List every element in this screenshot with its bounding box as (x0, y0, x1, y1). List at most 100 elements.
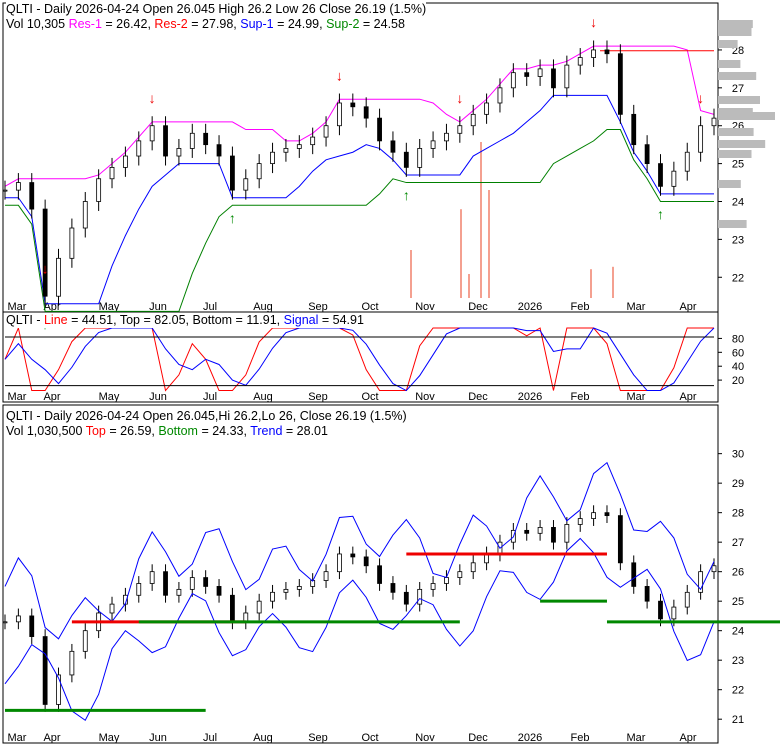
candle-body (551, 68, 556, 89)
x-tick-label: Apr (679, 391, 696, 403)
res2-value: = 27.98, (187, 17, 241, 31)
y-tick-label: 24 (732, 196, 744, 208)
volume-profile-bar (718, 28, 752, 36)
y-tick-label: 28 (732, 508, 744, 520)
candle-body (524, 529, 530, 534)
x-tick-label: Apr (679, 732, 696, 744)
sell-arrow-icon: ↓ (42, 260, 49, 276)
sell-arrow-icon: ↓ (590, 14, 597, 30)
y-tick-label: 80 (732, 333, 744, 345)
panel-3-frame (2, 404, 719, 744)
candle-body (363, 106, 369, 119)
top-value: = 26.59, (105, 424, 159, 438)
x-tick-label: Oct (361, 391, 378, 403)
volume-text: Vol 1,030,500 (6, 424, 86, 438)
sup1-label: Sup-1 (240, 17, 274, 31)
trend-label: Trend (250, 424, 283, 438)
x-tick-label: Oct (361, 732, 378, 744)
volume-profile-bar (718, 20, 753, 28)
x-tick-label: Apr (43, 391, 60, 403)
candle-body (658, 163, 663, 187)
chart-root: 22 23 24 25 26 27 28 Mar Apr May Jun Jul Aug Sep Oct No… (0, 0, 780, 745)
sup2-label: Sup-2 (326, 17, 360, 31)
candle-body (2, 189, 8, 192)
candle-body (296, 144, 302, 149)
x-tick-label: Sep (308, 301, 328, 313)
sell-arrow-icon: ↓ (697, 90, 704, 106)
x-tick-label: May (99, 391, 120, 403)
x-tick-label: Jul (203, 732, 217, 744)
x-tick-label: Aug (253, 391, 273, 403)
sell-arrow-icon: ↓ (456, 90, 463, 106)
buy-arrow-icon: ↑ (229, 210, 236, 226)
candle-body (163, 571, 168, 596)
panel2-header: QLTI - Line = 44.51, Top = 82.05, Bottom… (6, 313, 364, 328)
candle-body (671, 170, 677, 187)
chart-svg: 22 23 24 25 26 27 28 Mar Apr May Jun Jul Aug Sep Oct No… (2, 2, 780, 744)
candle-body (617, 53, 623, 115)
volume-profile-bar (718, 96, 760, 104)
y-tick-label: 29 (732, 478, 744, 490)
candle-body (109, 166, 115, 180)
candle-body (497, 87, 503, 104)
candle-body (189, 132, 195, 149)
sup1-value: = 24.99, (273, 17, 327, 31)
candle-body (109, 603, 115, 614)
x-tick-label: Nov (415, 301, 435, 313)
x-tick-label: Sep (308, 391, 328, 403)
y-tick-label: 23 (732, 234, 744, 246)
candle-body (323, 125, 329, 138)
x-tick-label: Feb (571, 391, 590, 403)
candle-body (2, 621, 8, 624)
candle-body (216, 586, 222, 596)
candle-body (711, 565, 717, 573)
panel1-levels: Vol 10,305 Res-1 = 26.42, Res-2 = 27.98,… (6, 17, 426, 32)
candle-body (203, 577, 209, 587)
candle-body (457, 125, 463, 134)
candle-body (551, 527, 556, 543)
x-tick-label: Apr (43, 732, 60, 744)
candle-body (256, 600, 262, 614)
candle-body (337, 553, 342, 573)
panel3-header: QLTI - Daily 2026-04-24 Open 26.045,Hi 2… (6, 409, 407, 439)
candle-body (604, 49, 610, 55)
candle-body (430, 140, 436, 149)
candle-body (684, 591, 690, 608)
candle-body (149, 125, 155, 142)
candle-body (671, 606, 677, 620)
volume-profile-bar (718, 112, 775, 120)
candle-body (203, 132, 209, 146)
candle-body (270, 151, 275, 165)
candle-body (363, 556, 369, 567)
candle-body (176, 148, 182, 157)
volume-bar (590, 269, 592, 298)
x-tick-label: Mar (8, 391, 27, 403)
candle-body (644, 586, 650, 602)
candle-body (684, 151, 690, 172)
panel1-header: QLTI - Daily 2026-04-24 Open 26.045 High… (6, 2, 427, 32)
candle-body (457, 571, 463, 578)
volume-bar (488, 190, 490, 298)
line-label: Line (43, 313, 68, 327)
x-tick-label: Jun (149, 391, 167, 403)
x-tick-label: 2026 (518, 391, 542, 403)
candle-body (29, 615, 35, 637)
signal-value: = 54.91 (318, 313, 364, 327)
top-label: Top (85, 424, 106, 438)
sell-arrow-icon: ↓ (149, 90, 156, 106)
candle-body (82, 201, 88, 229)
candle-body (136, 583, 142, 596)
candle-body (350, 553, 356, 558)
sup2-line (5, 129, 714, 312)
y-tick-label: 23 (732, 655, 744, 667)
x-tick-label: Dec (468, 732, 488, 744)
x-tick-label: Aug (253, 732, 273, 744)
x-tick-label: Mar (8, 732, 27, 744)
candle-body (377, 117, 382, 142)
candle-body (230, 594, 235, 623)
x-tick-label: 2026 (518, 301, 542, 313)
x-tick-label: 2026 (518, 732, 542, 744)
candle-body (82, 630, 88, 652)
candle-body (69, 227, 75, 259)
candle-body (444, 132, 449, 142)
